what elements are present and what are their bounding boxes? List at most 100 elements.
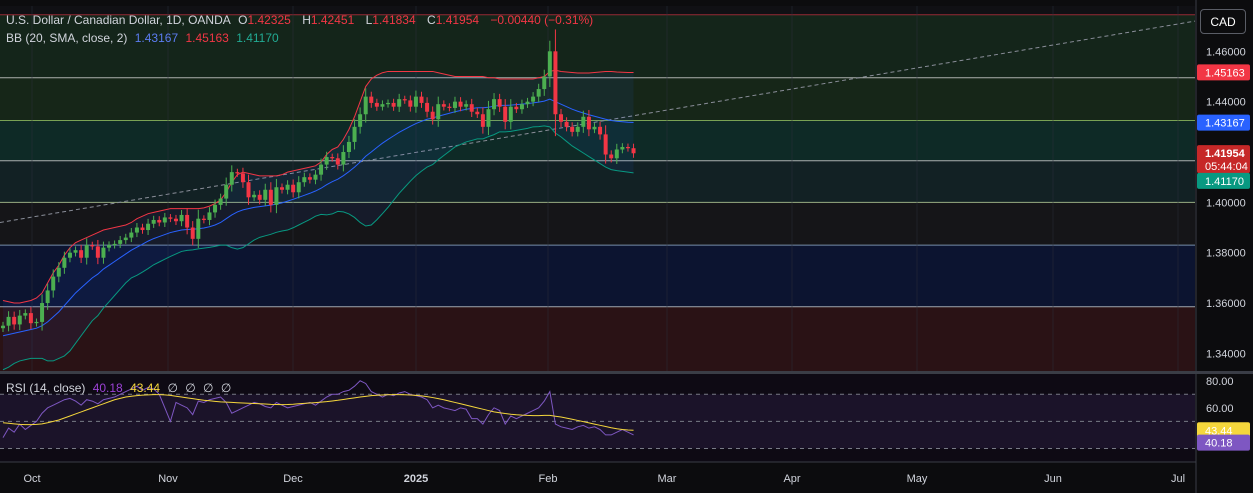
candle-body xyxy=(497,99,502,107)
candle-body xyxy=(252,194,257,198)
time-axis-label: Feb xyxy=(539,473,558,485)
candle-body xyxy=(598,126,603,135)
rsi-extra: ∅ xyxy=(167,381,178,395)
candle-body xyxy=(620,146,625,150)
time-axis-label: Oct xyxy=(23,473,40,485)
candle-body xyxy=(514,106,519,110)
time-axis-label: May xyxy=(907,473,928,485)
candle-body xyxy=(162,217,167,223)
rsi-label: RSI (14, close) xyxy=(6,381,86,395)
candle-body xyxy=(525,101,530,105)
upper-band-badge: 1.45163 xyxy=(1197,64,1250,81)
candle-body xyxy=(531,96,536,102)
candle-body xyxy=(402,99,407,101)
candle-body xyxy=(224,184,229,199)
upper-band-badge-text: 1.45163 xyxy=(1205,67,1245,79)
bb-upper-value: 1.45163 xyxy=(185,31,229,45)
candle-body xyxy=(185,214,190,228)
candle-body xyxy=(190,227,195,239)
candle-body xyxy=(380,104,385,107)
candle-body xyxy=(168,217,173,219)
candle-body xyxy=(341,152,346,165)
candle-body xyxy=(12,316,17,325)
candle-body xyxy=(553,51,558,115)
candle-body xyxy=(486,109,491,127)
rsi-extra: ∅ xyxy=(203,381,214,395)
change-value: −0.00440 (−0.31%) xyxy=(490,13,594,27)
candle-body xyxy=(319,164,324,175)
candle-body xyxy=(51,276,56,291)
candle-body xyxy=(67,252,72,258)
candle-body xyxy=(1,325,5,329)
candle-body xyxy=(425,102,430,112)
candle-body xyxy=(257,194,262,200)
candle-body xyxy=(397,99,402,107)
chart-canvas[interactable]: 1.46000 1.44000 1.40000 1.38000 1.36000 1.340… xyxy=(0,0,1253,493)
candle-body xyxy=(6,316,11,326)
candle-body xyxy=(631,148,636,154)
candle-body xyxy=(56,267,61,277)
candle-body xyxy=(625,146,630,149)
candle-body xyxy=(23,313,28,316)
bb-legend[interactable]: BB (20, SMA, close, 2) 1.43167 1.45163 1… xyxy=(6,31,283,45)
candle-body xyxy=(324,157,329,165)
candle-body xyxy=(564,121,569,127)
candle-body xyxy=(458,101,463,107)
candle-body xyxy=(28,313,33,324)
candle-body xyxy=(592,126,597,130)
candle-body xyxy=(263,189,268,200)
candle-body xyxy=(196,218,201,239)
candle-body xyxy=(464,104,469,107)
candle-body xyxy=(151,219,156,224)
candle-body xyxy=(79,250,84,258)
candle-body xyxy=(296,182,301,193)
candle-body xyxy=(441,104,446,107)
candle-body xyxy=(62,257,67,268)
candle-body xyxy=(603,134,608,155)
candle-body xyxy=(134,227,139,233)
candle-body xyxy=(586,116,591,130)
candle-body xyxy=(73,250,78,253)
rsi-legend[interactable]: RSI (14, close) 40.18 43.44 ∅ ∅ ∅ ∅ xyxy=(6,381,235,395)
candle-body xyxy=(207,212,212,220)
candle-body xyxy=(469,104,474,112)
candle-body xyxy=(307,177,312,180)
candle-body xyxy=(107,245,112,248)
candle-body xyxy=(285,184,290,190)
rsi-extra: ∅ xyxy=(185,381,196,395)
time-axis-label: 2025 xyxy=(404,473,428,485)
candle-body xyxy=(246,182,251,198)
price-axis-label: 1.46000 xyxy=(1206,46,1246,58)
currency-button[interactable]: CAD xyxy=(1200,9,1246,34)
candle-body xyxy=(40,303,45,322)
time-axis-label: Jul xyxy=(1171,473,1185,485)
candle-body xyxy=(330,157,335,159)
candle-body xyxy=(480,114,485,127)
bb-lower-value: 1.41170 xyxy=(236,31,279,45)
candle-body xyxy=(173,218,178,222)
candle-body xyxy=(45,290,50,304)
candle-body xyxy=(581,116,586,127)
candle-body xyxy=(291,184,296,193)
time-axis-label: Nov xyxy=(158,473,178,485)
candle-body xyxy=(609,154,614,159)
time-axis-label: Mar xyxy=(658,473,677,485)
candle-body xyxy=(413,96,418,107)
rsi-extra: ∅ xyxy=(220,381,232,395)
price-axis-label: 1.40000 xyxy=(1206,197,1246,209)
candle-body xyxy=(268,189,273,205)
basis-badge: 1.43167 xyxy=(1197,114,1250,131)
time-axis-label: Dec xyxy=(283,473,303,485)
price-axis-label: 1.38000 xyxy=(1206,248,1246,260)
candle-body xyxy=(17,315,22,325)
candle-body xyxy=(229,172,234,185)
rsi-axis-label: 80.00 xyxy=(1206,376,1234,388)
candle-body xyxy=(419,96,424,103)
candle-body xyxy=(391,102,396,107)
rsi-value-badge: 40.18 xyxy=(1197,434,1250,451)
candle-body xyxy=(559,114,563,122)
rsi-axis-label: 60.00 xyxy=(1206,403,1234,415)
last-price-text: 1.41954 xyxy=(1205,148,1246,160)
candle-body xyxy=(386,102,391,105)
candle-body xyxy=(447,106,452,108)
